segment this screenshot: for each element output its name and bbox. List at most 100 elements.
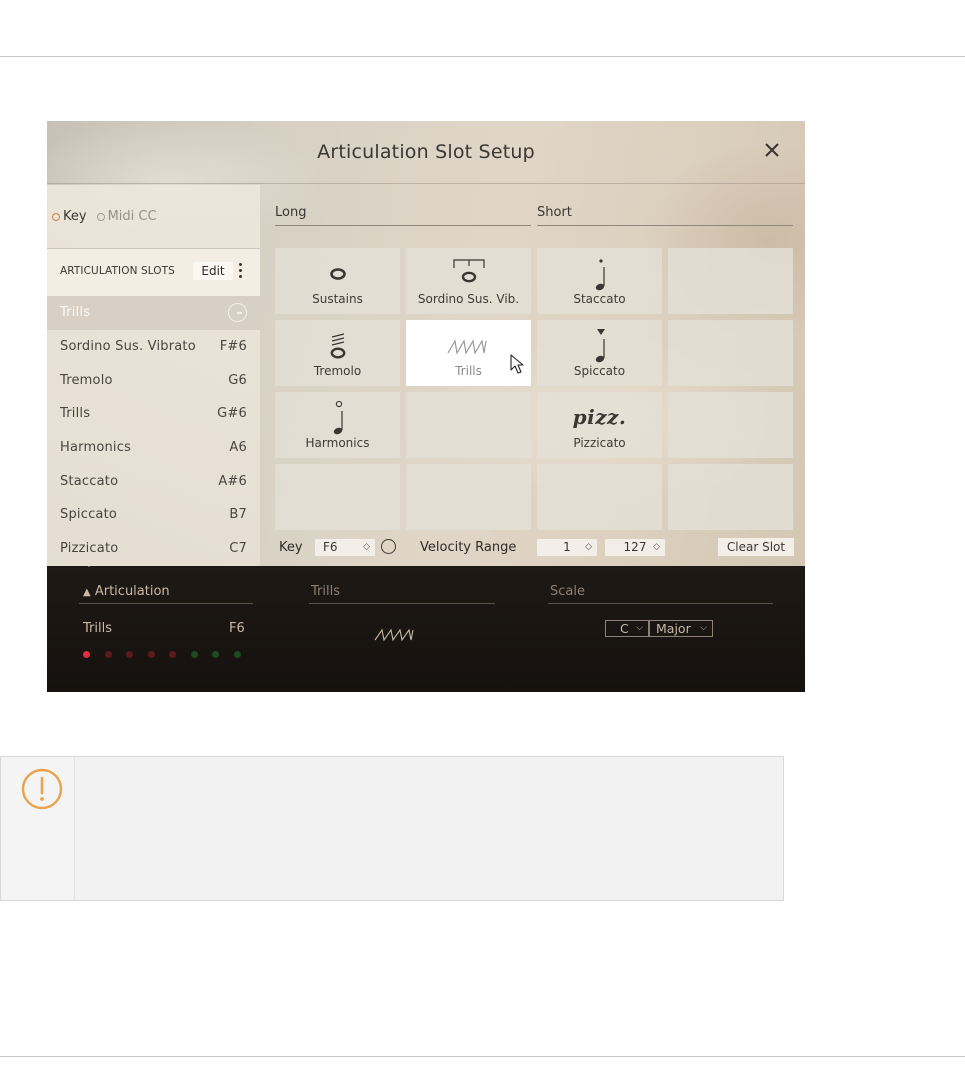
cell-label: Sustains [312,292,363,306]
scale-root-dropdown[interactable]: C ⌵ [605,620,649,637]
led-dot [169,651,176,658]
led-dot [104,651,112,658]
callout-gutter [1,757,75,900]
grid-cell-empty[interactable] [668,248,793,314]
articulation-section-header[interactable]: ▲ Articulation [83,584,170,599]
grid-cell-sordino[interactable]: Sordino Sus. Vib. [406,248,531,314]
spinner-arrows-icon: ◇ [653,542,660,552]
sordino-note-icon [452,259,485,283]
slot-key: G6 [228,372,247,388]
slot-row[interactable]: Harmonics A6 [47,431,260,465]
grid-cell-empty[interactable] [668,464,793,530]
articulation-led-row [83,651,241,658]
scale-mode-value: Major [656,621,691,636]
slot-row[interactable]: Spiccato B7 [47,498,260,532]
trill-wave-icon [447,339,487,355]
grid-cell-sustains[interactable]: Sustains [275,248,400,314]
grid-cell-spiccato[interactable]: Spiccato [537,320,662,386]
triangle-up-icon: ▲ [83,587,91,598]
key-learn-icon[interactable] [228,303,247,323]
velocity-min-spinner[interactable]: 1 ◇ [537,539,597,556]
trills-header-rule [309,603,495,604]
scale-mode-dropdown[interactable]: Major ⌵ [649,620,713,637]
key-mode-label[interactable]: Key [63,209,87,224]
performance-footer: ▲ Articulation Trills F6 Trills Scale C … [47,566,805,692]
grid-cell-trills-selected[interactable]: Trills [406,320,531,386]
led-dot [83,651,90,658]
slot-name: Trills [60,406,91,422]
slot-row[interactable]: Sordino Sus. Vibrato F#6 [47,330,260,364]
articulation-header-label: Articulation [94,584,170,599]
pizz-text-icon: pizz. [572,405,627,429]
slot-row[interactable]: Trills G#6 [47,397,260,431]
slot-list: Trills Sordino Sus. Vibrato F#6 Tremolo G6… [47,296,260,566]
chevron-down-icon: ⌵ [636,623,643,633]
cell-label: Trills [455,364,482,378]
velocity-max-spinner[interactable]: 127 ◇ [605,539,665,556]
grid-cell-empty[interactable] [668,320,793,386]
midi-cc-mode-label[interactable]: Midi CC [108,209,157,224]
slot-row-selected[interactable]: Trills [47,296,260,330]
spinner-arrows-icon: ◇ [585,542,592,552]
dialog-title-bar: Articulation Slot Setup [47,121,805,184]
panel-pointer-icon [84,561,94,567]
more-options-icon[interactable] [237,263,243,281]
grid-cell-empty[interactable] [406,464,531,530]
trills-section-header: Trills [311,584,340,599]
slots-side-panel: Key Midi CC ARTICULATION SLOTS Edit Tril… [47,185,260,566]
cell-label: Tremolo [313,364,362,378]
slot-row[interactable]: Tremolo G6 [47,363,260,397]
key-value: F6 [323,540,338,554]
current-articulation-key: F6 [229,621,245,636]
articulation-slot-setup-screenshot: Articulation Slot Setup Key Midi CC ARTI… [47,121,805,692]
clear-slot-button[interactable]: Clear Slot [718,538,794,556]
slot-row[interactable]: Staccato A#6 [47,464,260,498]
midi-cc-radio-icon[interactable] [96,212,105,221]
chevron-down-icon: ⌵ [700,623,707,633]
whole-note-icon [329,268,346,280]
slot-key: G#6 [217,406,247,422]
close-icon[interactable] [761,139,783,161]
led-dot [233,651,241,658]
grid-cell-staccato[interactable]: Staccato [537,248,662,314]
led-dot [212,651,219,658]
slot-name: Harmonics [60,440,132,456]
tremolo-note-icon [330,333,345,359]
staccato-note-icon [595,259,605,291]
key-label: Key [279,540,303,555]
document-bottom-rule [0,1056,965,1057]
grid-cell-empty[interactable] [668,392,793,458]
key-radio-icon[interactable] [52,212,60,221]
articulation-header-rule [79,603,253,604]
grid-cell-empty[interactable] [406,392,531,458]
trigger-mode-selector: Key Midi CC [52,209,157,224]
slot-name: Spiccato [60,507,118,523]
cell-label: Spiccato [573,364,626,378]
trill-wave-icon [374,628,414,642]
slot-key: A6 [229,440,247,456]
slot-key: A#6 [218,473,247,489]
slot-row[interactable]: Pizzicato C7 [47,532,260,566]
long-category-rule [275,225,531,226]
grid-cell-empty[interactable] [537,464,662,530]
harmonic-note-icon [333,400,343,435]
velocity-min-value: 1 [563,540,571,554]
edit-button[interactable]: Edit [193,262,233,280]
slot-name: Tremolo [60,372,113,388]
scale-header-rule [548,603,773,604]
slot-name: Sordino Sus. Vibrato [60,339,196,355]
long-category-label: Long [275,205,307,220]
grid-cell-harmonics[interactable]: Harmonics [275,392,400,458]
grid-cell-tremolo[interactable]: Tremolo [275,320,400,386]
scale-section-header: Scale [550,584,585,599]
cell-label: Staccato [573,292,626,306]
short-category-label: Short [537,205,572,220]
grid-cell-empty[interactable] [275,464,400,530]
midi-learn-icon[interactable] [381,539,396,554]
slot-name: Pizzicato [60,541,119,557]
warning-icon [21,768,63,810]
current-articulation: Trills [83,621,112,636]
cell-label: Pizzicato [573,436,626,450]
key-spinner[interactable]: F6 ◇ [315,539,375,556]
grid-cell-pizzicato[interactable]: pizz. Pizzicato [537,392,662,458]
